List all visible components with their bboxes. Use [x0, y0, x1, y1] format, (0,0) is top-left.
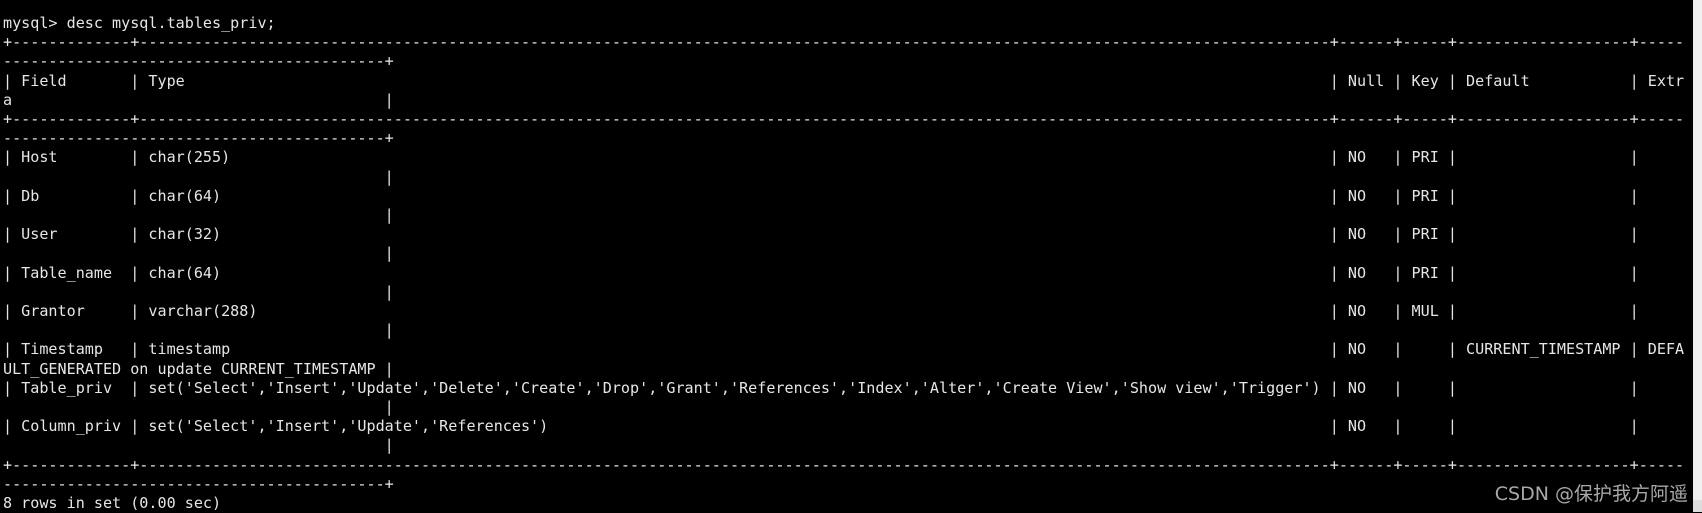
terminal-line: | Table_priv | set('Select','Insert','Up… [3, 378, 1685, 397]
terminal-line: +-------------+-------------------------… [3, 110, 1685, 129]
terminal-line: ----------------------------------------… [3, 52, 394, 71]
terminal-line: | [3, 436, 394, 455]
terminal-line: ----------------------------------------… [3, 474, 394, 493]
terminal-line: ULT_GENERATED on update CURRENT_TIMESTAM… [3, 359, 394, 378]
terminal-line: | [3, 167, 394, 186]
terminal-line: | Grantor | varchar(288) | NO | MUL | | [3, 302, 1685, 321]
terminal-line: | Column_priv | set('Select','Insert','U… [3, 417, 1685, 436]
terminal-line: 8 rows in set (0.00 sec) [3, 494, 222, 513]
terminal-line: | Timestamp | timestamp | NO | | CURRENT… [3, 340, 1685, 359]
terminal-line: | Db | char(64) | NO | PRI | | [3, 186, 1685, 205]
vertical-scrollbar[interactable] [1693, 0, 1702, 512]
scrollbar-corner [1693, 500, 1702, 512]
terminal-line: | Table_name | char(64) | NO | PRI | | [3, 263, 1685, 282]
terminal-line: a | [3, 90, 394, 109]
terminal-line: ----------------------------------------… [3, 129, 394, 148]
terminal-line: | Host | char(255) | NO | PRI | | [3, 148, 1685, 167]
terminal-line: | [3, 282, 394, 301]
terminal-line: | [3, 398, 394, 417]
terminal-line: | Field | Type | Null | Key | Default | … [3, 71, 1685, 90]
terminal-line: +-------------+-------------------------… [3, 455, 1685, 474]
terminal-output[interactable]: mysql> desc mysql.tables_priv; +---------… [3, 14, 1693, 512]
terminal-line: +-------------+-------------------------… [3, 33, 1685, 52]
terminal-line: | [3, 244, 394, 263]
terminal-line: mysql> desc mysql.tables_priv; [3, 14, 276, 32]
terminal-line: | User | char(32) | NO | PRI | | [3, 225, 1685, 244]
terminal-line: | [3, 321, 394, 340]
terminal-line: | [3, 206, 394, 225]
watermark: CSDN @保护我方阿遥 [1494, 483, 1688, 505]
